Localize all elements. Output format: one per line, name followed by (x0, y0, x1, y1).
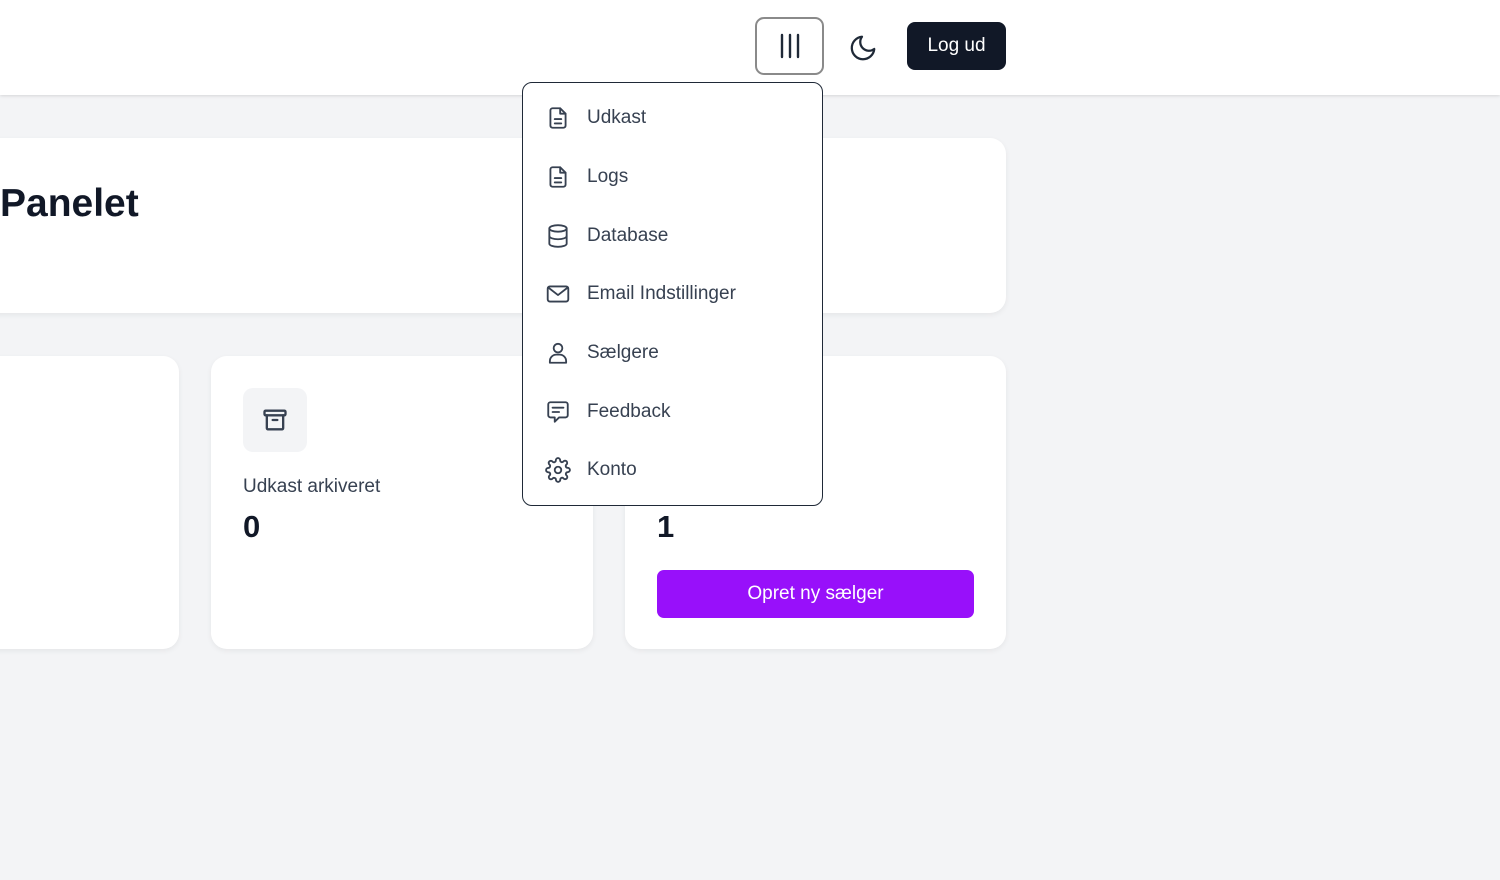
menu-item-udkast[interactable]: Udkast (523, 89, 822, 148)
welcome-card: Panelet (0, 138, 1006, 313)
menu-item-label: Email Indstillinger (587, 283, 736, 305)
page-title: Panelet (0, 182, 139, 225)
archive-icon-box (243, 388, 307, 452)
menu-toggle-button[interactable] (755, 17, 824, 75)
user-icon (548, 342, 568, 364)
logout-button[interactable]: Log ud (907, 22, 1006, 70)
menu-item-label: Udkast (587, 107, 647, 129)
theme-toggle-button[interactable] (843, 28, 883, 68)
mail-icon (546, 285, 570, 303)
stat-label: Udkast arkiveret (243, 476, 381, 497)
gear-icon (545, 457, 571, 484)
top-navigation-bar: Log ud (0, 0, 1500, 95)
vertical-bars-icon (780, 33, 799, 59)
stat-value: 0 (243, 509, 261, 544)
menu-item-email-settings[interactable]: Email Indstillinger (523, 265, 822, 324)
create-seller-button[interactable]: Opret ny sælger (657, 570, 974, 618)
menu-item-logs[interactable]: Logs (523, 148, 822, 207)
menu-item-feedback[interactable]: Feedback (523, 382, 822, 441)
archive-icon (263, 409, 287, 431)
database-icon (548, 223, 568, 248)
menu-item-label: Konto (587, 459, 637, 481)
menu-item-database[interactable]: Database (523, 206, 822, 265)
menu-item-label: Logs (587, 166, 629, 188)
stat-card (0, 356, 179, 649)
stat-value: 1 (657, 509, 675, 544)
moon-icon (850, 35, 876, 61)
document-icon (549, 107, 567, 130)
menu-item-account[interactable]: Konto (523, 441, 822, 500)
navigation-dropdown-menu: Udkast Logs Database Email Indstillinger… (522, 82, 823, 506)
document-icon (549, 166, 567, 188)
menu-item-label: Feedback (587, 400, 671, 422)
message-icon (547, 401, 569, 423)
menu-item-sellers[interactable]: Sælgere (523, 324, 822, 383)
menu-item-label: Sælgere (587, 342, 659, 364)
menu-item-label: Database (587, 224, 669, 246)
